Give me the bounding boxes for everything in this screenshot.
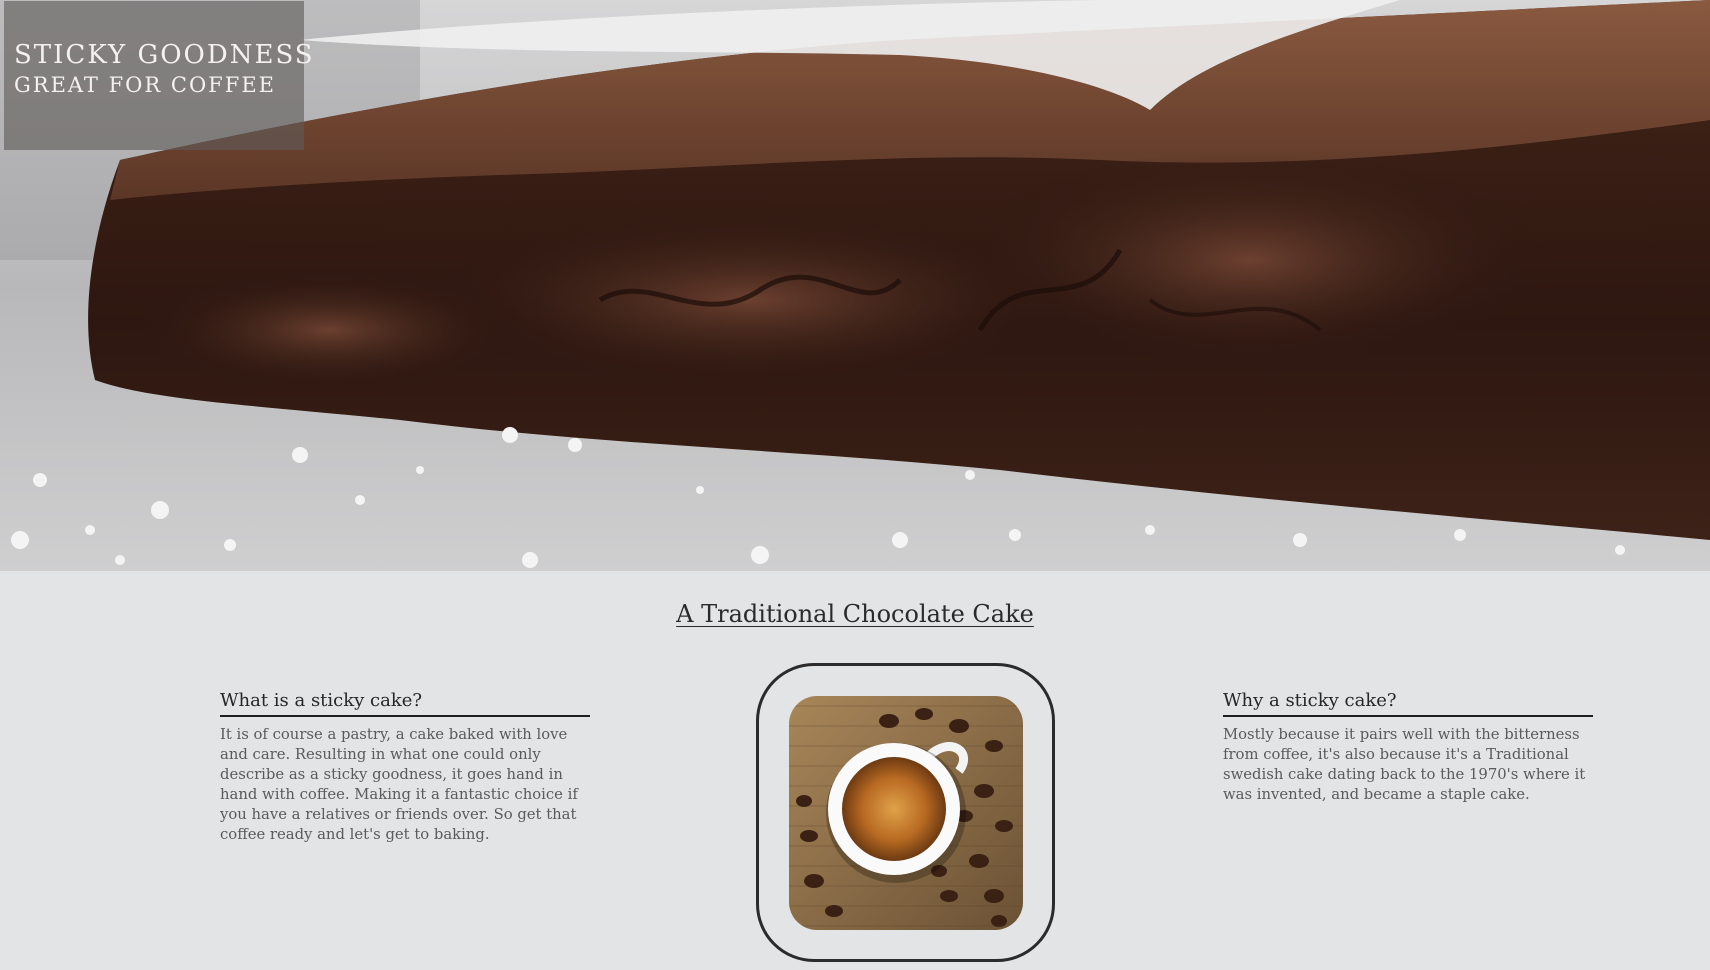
section-title: A Traditional Chocolate Cake: [676, 600, 1034, 628]
coffee-image-frame: [756, 663, 1055, 962]
why-column: Why a sticky cake? Mostly because it pai…: [1223, 690, 1593, 805]
what-is-text: It is of course a pastry, a cake baked w…: [220, 726, 578, 843]
coffee-image: [788, 695, 1023, 930]
what-is-heading: What is a sticky cake?: [220, 690, 590, 717]
hero-title-box: STICKY GOODNESS GREAT FOR COFFEE: [4, 1, 315, 150]
hero-title: STICKY GOODNESS: [14, 40, 315, 70]
what-is-column: What is a sticky cake? It is of course a…: [220, 690, 590, 845]
hero-banner: STICKY GOODNESS GREAT FOR COFFEE: [0, 0, 1710, 571]
why-heading: Why a sticky cake?: [1223, 690, 1593, 717]
hero-subtitle: GREAT FOR COFFEE: [14, 72, 276, 97]
why-text: Mostly because it pairs well with the bi…: [1223, 726, 1586, 803]
